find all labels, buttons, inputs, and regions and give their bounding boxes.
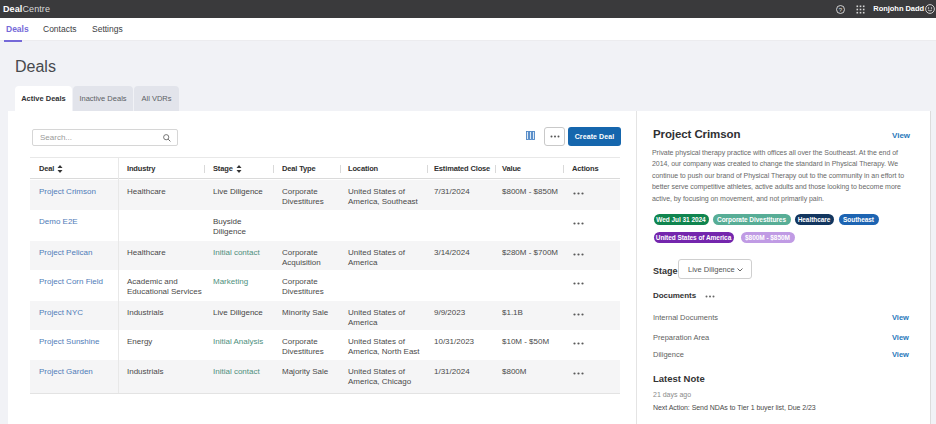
svg-text:?: ?: [839, 7, 843, 13]
